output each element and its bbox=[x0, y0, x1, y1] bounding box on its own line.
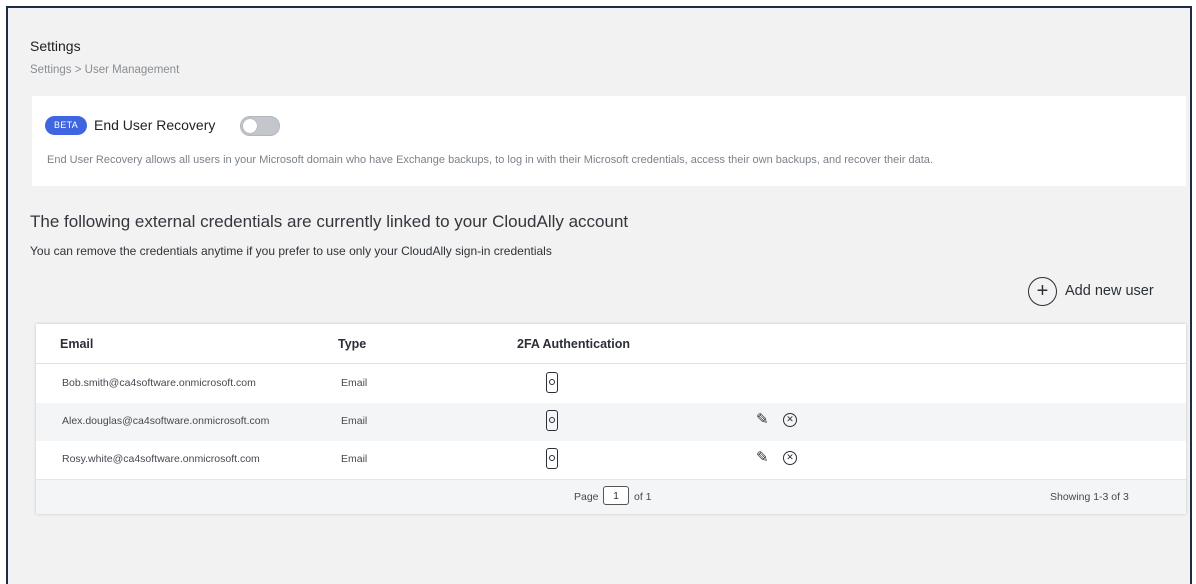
end-user-recovery-label: End User Recovery bbox=[94, 117, 216, 133]
linked-credentials-subheading: You can remove the credentials anytime i… bbox=[30, 244, 552, 258]
credentials-table: Email Type 2FA Authentication Bob.smith@… bbox=[36, 324, 1186, 514]
toggle-knob bbox=[243, 119, 257, 133]
page-number-input[interactable] bbox=[603, 486, 629, 505]
row-type: Email bbox=[341, 453, 368, 465]
end-user-recovery-toggle[interactable] bbox=[240, 116, 280, 136]
plus-circle-icon: + bbox=[1028, 276, 1057, 306]
table-header: Email Type 2FA Authentication bbox=[36, 324, 1186, 364]
column-header-type: Type bbox=[338, 337, 367, 351]
app-frame: Settings Settings > User Management BETA… bbox=[6, 6, 1192, 584]
row-type: Email bbox=[341, 377, 368, 389]
edit-icon[interactable]: ✎ bbox=[756, 410, 769, 428]
add-new-user-label: Add new user bbox=[1065, 283, 1154, 299]
showing-count: Showing 1-3 of 3 bbox=[1050, 491, 1129, 503]
row-type: Email bbox=[341, 415, 368, 427]
table-row: Bob.smith@ca4software.onmicrosoft.com Em… bbox=[36, 365, 1186, 403]
phone-icon bbox=[546, 410, 558, 431]
page-of-label: of 1 bbox=[634, 491, 652, 503]
edit-icon[interactable]: ✎ bbox=[756, 448, 769, 466]
delete-icon[interactable]: ✕ bbox=[783, 413, 797, 427]
phone-icon bbox=[546, 448, 558, 469]
page-title: Settings bbox=[30, 38, 81, 54]
linked-credentials-heading: The following external credentials are c… bbox=[30, 212, 629, 231]
column-header-email: Email bbox=[60, 337, 94, 351]
row-email: Bob.smith@ca4software.onmicrosoft.com bbox=[62, 377, 256, 389]
column-header-2fa: 2FA Authentication bbox=[517, 337, 630, 351]
page-label: Page bbox=[574, 491, 599, 503]
beta-badge: BETA bbox=[45, 116, 87, 135]
breadcrumb[interactable]: Settings > User Management bbox=[30, 64, 179, 76]
table-row: Alex.douglas@ca4software.onmicrosoft.com… bbox=[36, 403, 1186, 441]
delete-icon[interactable]: ✕ bbox=[783, 451, 797, 465]
row-email: Rosy.white@ca4software.onmicrosoft.com bbox=[62, 453, 260, 465]
row-email: Alex.douglas@ca4software.onmicrosoft.com bbox=[62, 415, 270, 427]
add-new-user-button[interactable]: + Add new user bbox=[1028, 276, 1154, 306]
table-row: Rosy.white@ca4software.onmicrosoft.com E… bbox=[36, 441, 1186, 479]
end-user-recovery-card: BETA End User Recovery End User Recovery… bbox=[32, 96, 1186, 186]
phone-icon bbox=[546, 372, 558, 393]
end-user-recovery-description: End User Recovery allows all users in yo… bbox=[47, 154, 933, 166]
table-footer: Page of 1 Showing 1-3 of 3 bbox=[36, 479, 1186, 514]
